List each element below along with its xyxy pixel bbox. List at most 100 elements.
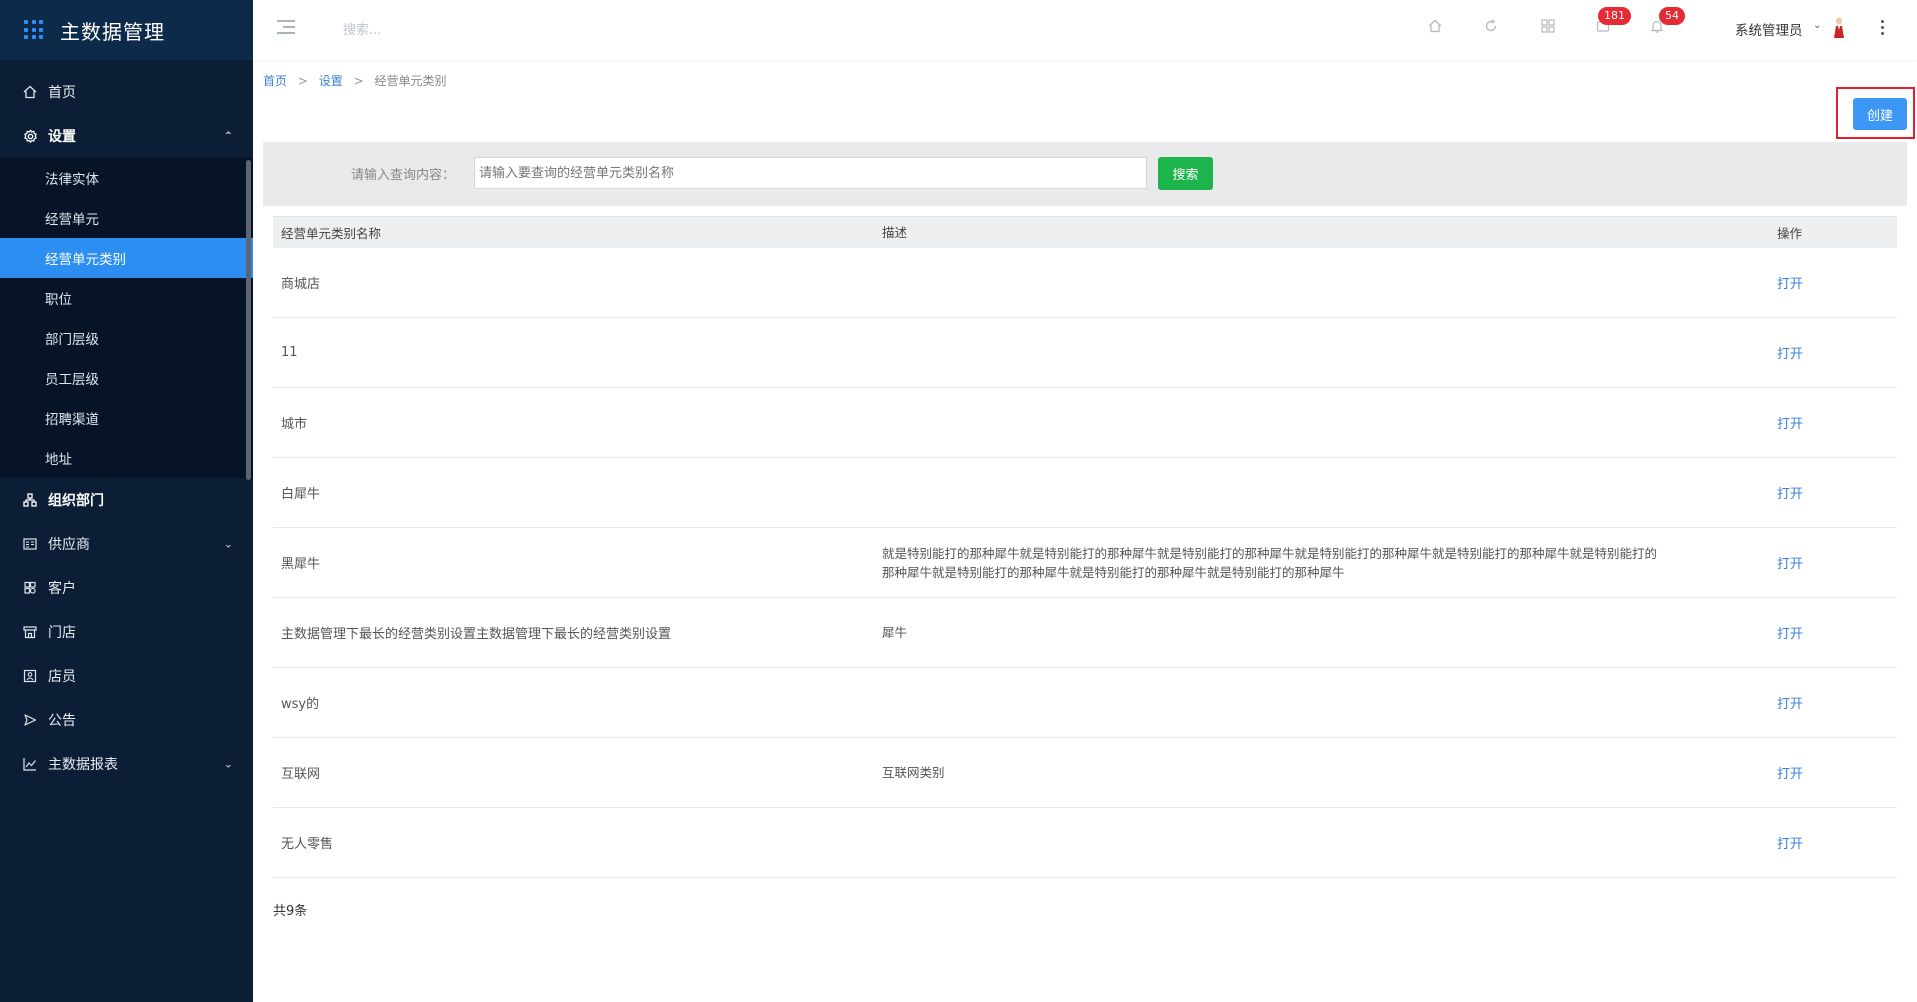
- open-link[interactable]: 打开: [1777, 277, 1803, 292]
- announce-icon: [22, 712, 38, 728]
- cell-name: 商城店: [281, 277, 321, 292]
- sidebar-subitem-employee-level[interactable]: 员工层级: [0, 358, 253, 398]
- store-icon: [22, 624, 38, 640]
- apps-grid-icon: [24, 20, 44, 40]
- global-search-input[interactable]: [343, 18, 603, 42]
- column-header-name: 经营单元类别名称: [281, 226, 382, 241]
- breadcrumb-separator: >: [353, 74, 364, 88]
- avatar[interactable]: [1831, 16, 1847, 40]
- sidebar-item-label: 主数据报表: [48, 757, 118, 773]
- sidebar-item-label: 客户: [48, 581, 76, 597]
- cell-name: wsy的: [281, 697, 320, 712]
- open-link[interactable]: 打开: [1777, 417, 1803, 432]
- chevron-down-icon: ⌄: [223, 537, 233, 551]
- sidebar-item-announcement[interactable]: 公告: [0, 698, 253, 742]
- top-header: 181 54 系统管理员 ⌄: [253, 0, 1917, 60]
- sidebar-item-label: 公告: [48, 713, 76, 729]
- breadcrumb-settings[interactable]: 设置: [319, 74, 343, 88]
- sidebar-subitem-business-unit[interactable]: 经营单元: [0, 198, 253, 238]
- open-link[interactable]: 打开: [1777, 557, 1803, 572]
- cell-name: 白犀牛: [281, 487, 321, 502]
- notification-badge: 54: [1659, 7, 1685, 25]
- category-search-input[interactable]: [474, 157, 1147, 189]
- cell-name: 黑犀牛: [281, 557, 321, 572]
- cell-name: 主数据管理下最长的经营类别设置主数据管理下最长的经营类别设置: [281, 627, 672, 642]
- gear-icon: [22, 128, 38, 144]
- table-row: 城市 打开: [273, 388, 1897, 458]
- cell-name: 11: [281, 345, 298, 360]
- app-logo[interactable]: 主数据管理: [0, 0, 253, 60]
- open-link[interactable]: 打开: [1777, 837, 1803, 852]
- sidebar-item-label: 店员: [48, 669, 76, 685]
- chevron-down-icon[interactable]: ⌄: [1813, 20, 1821, 31]
- sidebar-subitem-address[interactable]: 地址: [0, 438, 253, 478]
- table-row: 无人零售 打开: [273, 808, 1897, 878]
- breadcrumb-current: 经营单元类别: [374, 74, 447, 88]
- sidebar-subitem-position[interactable]: 职位: [0, 278, 253, 318]
- search-button[interactable]: 搜索: [1158, 157, 1213, 190]
- cell-description: 犀牛: [882, 625, 908, 640]
- sidebar-item-report[interactable]: 主数据报表 ⌄: [0, 742, 253, 786]
- open-link[interactable]: 打开: [1777, 697, 1803, 712]
- message-badge: 181: [1598, 7, 1631, 25]
- refresh-icon[interactable]: [1483, 18, 1503, 38]
- sidebar-item-store[interactable]: 门店: [0, 610, 253, 654]
- sidebar-subitem-recruit-channel[interactable]: 招聘渠道: [0, 398, 253, 438]
- more-vertical-icon[interactable]: [1881, 20, 1885, 36]
- sidebar-subitem-business-unit-category[interactable]: 经营单元类别: [0, 238, 253, 278]
- table-row: 黑犀牛 就是特别能打的那种犀牛就是特别能打的那种犀牛就是特别能打的那种犀牛就是特…: [273, 528, 1897, 598]
- sidebar-item-home[interactable]: 首页: [0, 70, 253, 114]
- sidebar-item-label: 组织部门: [48, 493, 104, 509]
- home-icon[interactable]: [1427, 18, 1447, 38]
- column-header-description: 描述: [882, 225, 908, 240]
- sidebar-item-supplier[interactable]: 供应商 ⌄: [0, 522, 253, 566]
- breadcrumb: 首页 > 设置 > 经营单元类别: [263, 72, 446, 89]
- search-panel: 请输入查询内容： 搜索: [263, 142, 1907, 206]
- sidebar-item-customer[interactable]: 客户: [0, 566, 253, 610]
- supplier-icon: [22, 536, 38, 552]
- sidebar-subitem-dept-level[interactable]: 部门层级: [0, 318, 253, 358]
- table-row: 11 打开: [273, 318, 1897, 388]
- sidebar: 主数据管理 首页 设置 ⌃ 法律实体 经营单元 经营单元类别 职位 部门层级 员…: [0, 0, 253, 1002]
- column-header-action: 操作: [1777, 226, 1803, 241]
- clerk-icon: [22, 668, 38, 684]
- breadcrumb-home[interactable]: 首页: [263, 74, 287, 88]
- chevron-down-icon: ⌄: [223, 757, 233, 771]
- user-menu[interactable]: 系统管理员: [1735, 19, 1803, 39]
- create-button[interactable]: 创建: [1853, 98, 1907, 130]
- table-row: 主数据管理下最长的经营类别设置主数据管理下最长的经营类别设置 犀牛 打开: [273, 598, 1897, 668]
- table-row: wsy的 打开: [273, 668, 1897, 738]
- total-count: 共9条: [273, 904, 308, 919]
- home-icon: [22, 84, 38, 100]
- open-link[interactable]: 打开: [1777, 347, 1803, 362]
- settings-submenu: 法律实体 经营单元 经营单元类别 职位 部门层级 员工层级 招聘渠道 地址: [0, 158, 253, 478]
- table-row: 白犀牛 打开: [273, 458, 1897, 528]
- cell-name: 互联网: [281, 767, 321, 782]
- sidebar-item-label: 设置: [48, 129, 76, 145]
- cell-description: 互联网类别: [882, 765, 945, 780]
- sidebar-item-settings[interactable]: 设置 ⌃: [0, 114, 253, 158]
- sidebar-item-label: 首页: [48, 85, 76, 101]
- table-row: 商城店 打开: [273, 248, 1897, 318]
- sidebar-item-label: 供应商: [48, 537, 90, 553]
- sidebar-item-clerk[interactable]: 店员: [0, 654, 253, 698]
- apps-icon[interactable]: [1540, 18, 1560, 38]
- sidebar-scrollbar[interactable]: [246, 160, 251, 480]
- cell-description: 就是特别能打的那种犀牛就是特别能打的那种犀牛就是特别能打的那种犀牛就是特别能打的…: [882, 545, 1658, 580]
- cell-name: 城市: [281, 417, 308, 432]
- chevron-up-icon: ⌃: [223, 129, 233, 143]
- open-link[interactable]: 打开: [1777, 767, 1803, 782]
- menu-toggle-icon[interactable]: [277, 20, 295, 34]
- search-label: 请输入查询内容：: [351, 168, 456, 183]
- table-header: 经营单元类别名称 描述 操作: [273, 216, 1897, 248]
- org-icon: [22, 492, 38, 508]
- open-link[interactable]: 打开: [1777, 487, 1803, 502]
- sidebar-item-label: 门店: [48, 625, 76, 641]
- category-table: 经营单元类别名称 描述 操作 商城店 打开 11 打开 城市 打开 白犀牛 打开…: [273, 216, 1897, 878]
- table-row: 互联网 互联网类别 打开: [273, 738, 1897, 808]
- chart-icon: [22, 756, 38, 772]
- open-link[interactable]: 打开: [1777, 627, 1803, 642]
- sidebar-item-org-dept[interactable]: 组织部门: [0, 478, 253, 522]
- sidebar-subitem-legal-entity[interactable]: 法律实体: [0, 158, 253, 198]
- breadcrumb-separator: >: [297, 74, 308, 88]
